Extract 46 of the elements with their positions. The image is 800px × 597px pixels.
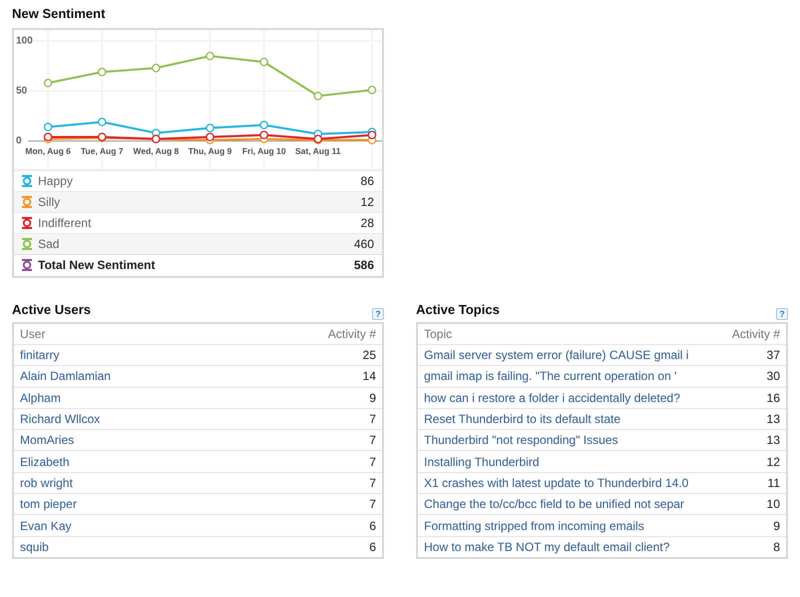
table-cell: 7 — [246, 408, 382, 430]
table-cell: 8 — [720, 536, 786, 558]
table-cell: 14 — [246, 366, 382, 388]
table-cell: 12 — [720, 450, 786, 472]
legend-count: 86 — [360, 172, 374, 190]
legend-label: Indifferent — [38, 214, 92, 232]
axis-label: 0 — [16, 135, 22, 146]
axis-label: Tue, Aug 7 — [80, 146, 124, 156]
legend-count: 12 — [360, 194, 374, 210]
axis-label: Wed, Aug 8 — [133, 146, 179, 156]
legend-label: Happy — [38, 172, 74, 190]
table-cell: 6 — [246, 536, 382, 558]
table-cell: 7 — [246, 472, 382, 494]
column-header: User — [14, 324, 246, 344]
table-cell: 13 — [720, 430, 786, 451]
total-label: Total New Sentiment — [38, 257, 156, 274]
table-cell: 7 — [246, 430, 382, 451]
axis-label: Thu, Aug 9 — [188, 146, 232, 156]
axis-label: 50 — [16, 85, 28, 96]
table-cell: 11 — [720, 472, 786, 494]
axis-label: Mon, Aug 6 — [25, 146, 71, 156]
table-cell: 25 — [246, 344, 382, 366]
section-title: New Sentiment — [12, 5, 106, 23]
table-cell: 9 — [246, 387, 382, 408]
legend-count: 460 — [354, 236, 374, 252]
legend-label: Sad — [38, 236, 60, 252]
table-cell: 37 — [720, 344, 786, 366]
column-header: Activity # — [720, 324, 786, 344]
legend-count: 28 — [360, 214, 374, 232]
table-cell: 30 — [720, 366, 786, 388]
table-cell: 16 — [720, 387, 786, 408]
table-cell: 9 — [720, 514, 786, 536]
axis-label: Sat, Aug 11 — [295, 146, 341, 156]
legend-label: Silly — [38, 194, 62, 210]
section-title: Active Users — [12, 301, 91, 319]
table-cell: 10 — [720, 494, 786, 515]
total-count: 586 — [354, 257, 374, 274]
table-cell: 6 — [246, 514, 382, 536]
column-header: Topic — [418, 324, 720, 344]
table-cell: 7 — [246, 494, 382, 515]
column-header: Activity # — [246, 324, 382, 344]
table-cell: 7 — [246, 450, 382, 472]
table-cell: 13 — [720, 408, 786, 430]
section-title: Active Topics — [416, 301, 500, 319]
axis-label: 100 — [16, 35, 33, 46]
axis-label: Fri, Aug 10 — [242, 146, 286, 156]
